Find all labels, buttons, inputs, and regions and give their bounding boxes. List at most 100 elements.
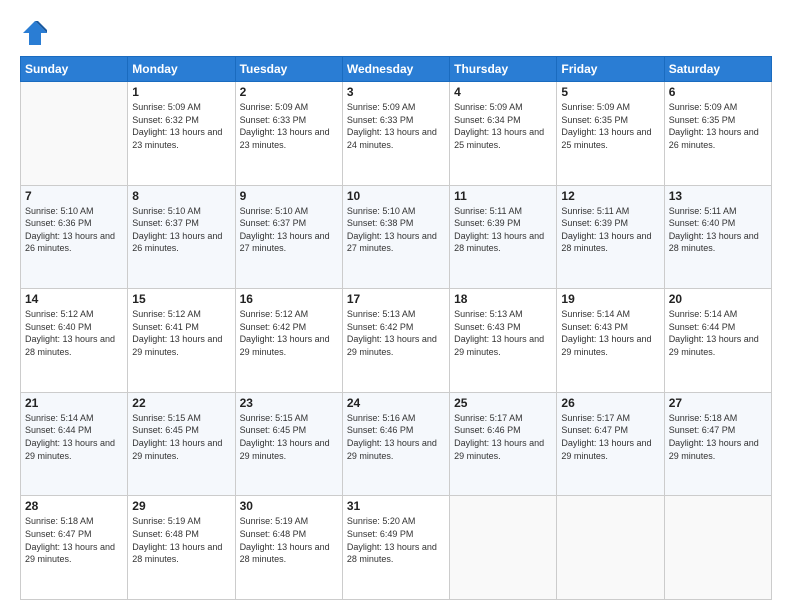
day-number: 12 — [561, 189, 659, 203]
day-number: 25 — [454, 396, 552, 410]
calendar-day-header: Wednesday — [342, 57, 449, 82]
day-number: 21 — [25, 396, 123, 410]
calendar-cell: 7 Sunrise: 5:10 AMSunset: 6:36 PMDaylight… — [21, 185, 128, 289]
day-number: 11 — [454, 189, 552, 203]
calendar-week-row: 28 Sunrise: 5:18 AMSunset: 6:47 PMDayligh… — [21, 496, 772, 600]
day-number: 31 — [347, 499, 445, 513]
day-number: 6 — [669, 85, 767, 99]
cell-sun-info: Sunrise: 5:16 AMSunset: 6:46 PMDaylight:… — [347, 412, 445, 462]
calendar-cell: 31 Sunrise: 5:20 AMSunset: 6:49 PMDayligh… — [342, 496, 449, 600]
calendar-table: SundayMondayTuesdayWednesdayThursdayFrid… — [20, 56, 772, 600]
cell-sun-info: Sunrise: 5:12 AMSunset: 6:40 PMDaylight:… — [25, 308, 123, 358]
day-number: 30 — [240, 499, 338, 513]
day-number: 1 — [132, 85, 230, 99]
calendar-cell: 20 Sunrise: 5:14 AMSunset: 6:44 PMDayligh… — [664, 289, 771, 393]
calendar-cell: 2 Sunrise: 5:09 AMSunset: 6:33 PMDaylight… — [235, 82, 342, 186]
calendar-cell: 12Sunrise: 5:11 AMSunset: 6:39 PMDayligh… — [557, 185, 664, 289]
cell-sun-info: Sunrise: 5:12 AMSunset: 6:41 PMDaylight:… — [132, 308, 230, 358]
cell-sun-info: Sunrise: 5:09 AMSunset: 6:34 PMDaylight:… — [454, 101, 552, 151]
calendar-cell: 25Sunrise: 5:17 AMSunset: 6:46 PMDayligh… — [450, 392, 557, 496]
calendar-cell: 3 Sunrise: 5:09 AMSunset: 6:33 PMDaylight… — [342, 82, 449, 186]
day-number: 22 — [132, 396, 230, 410]
calendar-cell: 30 Sunrise: 5:19 AMSunset: 6:48 PMDayligh… — [235, 496, 342, 600]
calendar-week-row: 7 Sunrise: 5:10 AMSunset: 6:36 PMDaylight… — [21, 185, 772, 289]
cell-sun-info: Sunrise: 5:10 AMSunset: 6:36 PMDaylight:… — [25, 205, 123, 255]
day-number: 24 — [347, 396, 445, 410]
logo — [20, 18, 54, 48]
header — [20, 18, 772, 48]
cell-sun-info: Sunrise: 5:14 AMSunset: 6:44 PMDaylight:… — [669, 308, 767, 358]
calendar-cell: 17 Sunrise: 5:13 AMSunset: 6:42 PMDayligh… — [342, 289, 449, 393]
day-number: 5 — [561, 85, 659, 99]
calendar-cell: 26Sunrise: 5:17 AMSunset: 6:47 PMDayligh… — [557, 392, 664, 496]
cell-sun-info: Sunrise: 5:13 AMSunset: 6:42 PMDaylight:… — [347, 308, 445, 358]
day-number: 13 — [669, 189, 767, 203]
calendar-cell: 16Sunrise: 5:12 AMSunset: 6:42 PMDayligh… — [235, 289, 342, 393]
day-number: 27 — [669, 396, 767, 410]
calendar-cell: 6 Sunrise: 5:09 AMSunset: 6:35 PMDaylight… — [664, 82, 771, 186]
cell-sun-info: Sunrise: 5:18 AMSunset: 6:47 PMDaylight:… — [25, 515, 123, 565]
calendar-week-row: 14 Sunrise: 5:12 AMSunset: 6:40 PMDayligh… — [21, 289, 772, 393]
day-number: 28 — [25, 499, 123, 513]
cell-sun-info: Sunrise: 5:17 AMSunset: 6:47 PMDaylight:… — [561, 412, 659, 462]
calendar-day-header: Saturday — [664, 57, 771, 82]
calendar-cell: 9Sunrise: 5:10 AMSunset: 6:37 PMDaylight… — [235, 185, 342, 289]
calendar-cell: 1 Sunrise: 5:09 AMSunset: 6:32 PMDaylight… — [128, 82, 235, 186]
cell-sun-info: Sunrise: 5:15 AMSunset: 6:45 PMDaylight:… — [240, 412, 338, 462]
cell-sun-info: Sunrise: 5:09 AMSunset: 6:35 PMDaylight:… — [669, 101, 767, 151]
page: SundayMondayTuesdayWednesdayThursdayFrid… — [0, 0, 792, 612]
day-number: 3 — [347, 85, 445, 99]
calendar-cell: 18Sunrise: 5:13 AMSunset: 6:43 PMDayligh… — [450, 289, 557, 393]
calendar-day-header: Thursday — [450, 57, 557, 82]
day-number: 23 — [240, 396, 338, 410]
cell-sun-info: Sunrise: 5:15 AMSunset: 6:45 PMDaylight:… — [132, 412, 230, 462]
calendar-cell: 21Sunrise: 5:14 AMSunset: 6:44 PMDayligh… — [21, 392, 128, 496]
cell-sun-info: Sunrise: 5:10 AMSunset: 6:37 PMDaylight:… — [132, 205, 230, 255]
calendar-cell — [664, 496, 771, 600]
cell-sun-info: Sunrise: 5:09 AMSunset: 6:35 PMDaylight:… — [561, 101, 659, 151]
cell-sun-info: Sunrise: 5:14 AMSunset: 6:43 PMDaylight:… — [561, 308, 659, 358]
cell-sun-info: Sunrise: 5:18 AMSunset: 6:47 PMDaylight:… — [669, 412, 767, 462]
calendar-cell — [450, 496, 557, 600]
day-number: 17 — [347, 292, 445, 306]
day-number: 8 — [132, 189, 230, 203]
calendar-day-header: Sunday — [21, 57, 128, 82]
cell-sun-info: Sunrise: 5:19 AMSunset: 6:48 PMDaylight:… — [132, 515, 230, 565]
cell-sun-info: Sunrise: 5:10 AMSunset: 6:38 PMDaylight:… — [347, 205, 445, 255]
calendar-cell — [557, 496, 664, 600]
calendar-cell: 19 Sunrise: 5:14 AMSunset: 6:43 PMDayligh… — [557, 289, 664, 393]
cell-sun-info: Sunrise: 5:09 AMSunset: 6:32 PMDaylight:… — [132, 101, 230, 151]
day-number: 20 — [669, 292, 767, 306]
cell-sun-info: Sunrise: 5:09 AMSunset: 6:33 PMDaylight:… — [347, 101, 445, 151]
cell-sun-info: Sunrise: 5:19 AMSunset: 6:48 PMDaylight:… — [240, 515, 338, 565]
calendar-cell: 14 Sunrise: 5:12 AMSunset: 6:40 PMDayligh… — [21, 289, 128, 393]
calendar-day-header: Tuesday — [235, 57, 342, 82]
calendar-cell: 5 Sunrise: 5:09 AMSunset: 6:35 PMDaylight… — [557, 82, 664, 186]
day-number: 29 — [132, 499, 230, 513]
calendar-cell: 28 Sunrise: 5:18 AMSunset: 6:47 PMDayligh… — [21, 496, 128, 600]
calendar-header-row: SundayMondayTuesdayWednesdayThursdayFrid… — [21, 57, 772, 82]
day-number: 4 — [454, 85, 552, 99]
day-number: 2 — [240, 85, 338, 99]
day-number: 15 — [132, 292, 230, 306]
cell-sun-info: Sunrise: 5:11 AMSunset: 6:39 PMDaylight:… — [454, 205, 552, 255]
calendar-week-row: 21Sunrise: 5:14 AMSunset: 6:44 PMDayligh… — [21, 392, 772, 496]
calendar-cell: 4 Sunrise: 5:09 AMSunset: 6:34 PMDaylight… — [450, 82, 557, 186]
calendar-cell: 8 Sunrise: 5:10 AMSunset: 6:37 PMDaylight… — [128, 185, 235, 289]
day-number: 14 — [25, 292, 123, 306]
calendar-cell: 23 Sunrise: 5:15 AMSunset: 6:45 PMDayligh… — [235, 392, 342, 496]
calendar-cell: 24 Sunrise: 5:16 AMSunset: 6:46 PMDayligh… — [342, 392, 449, 496]
calendar-cell: 11 Sunrise: 5:11 AMSunset: 6:39 PMDayligh… — [450, 185, 557, 289]
cell-sun-info: Sunrise: 5:09 AMSunset: 6:33 PMDaylight:… — [240, 101, 338, 151]
calendar-cell: 22 Sunrise: 5:15 AMSunset: 6:45 PMDayligh… — [128, 392, 235, 496]
logo-icon — [20, 18, 50, 48]
cell-sun-info: Sunrise: 5:13 AMSunset: 6:43 PMDaylight:… — [454, 308, 552, 358]
day-number: 10 — [347, 189, 445, 203]
calendar-cell: 13 Sunrise: 5:11 AMSunset: 6:40 PMDayligh… — [664, 185, 771, 289]
calendar-week-row: 1 Sunrise: 5:09 AMSunset: 6:32 PMDaylight… — [21, 82, 772, 186]
cell-sun-info: Sunrise: 5:20 AMSunset: 6:49 PMDaylight:… — [347, 515, 445, 565]
calendar-cell: 27 Sunrise: 5:18 AMSunset: 6:47 PMDayligh… — [664, 392, 771, 496]
day-number: 19 — [561, 292, 659, 306]
day-number: 7 — [25, 189, 123, 203]
cell-sun-info: Sunrise: 5:11 AMSunset: 6:40 PMDaylight:… — [669, 205, 767, 255]
